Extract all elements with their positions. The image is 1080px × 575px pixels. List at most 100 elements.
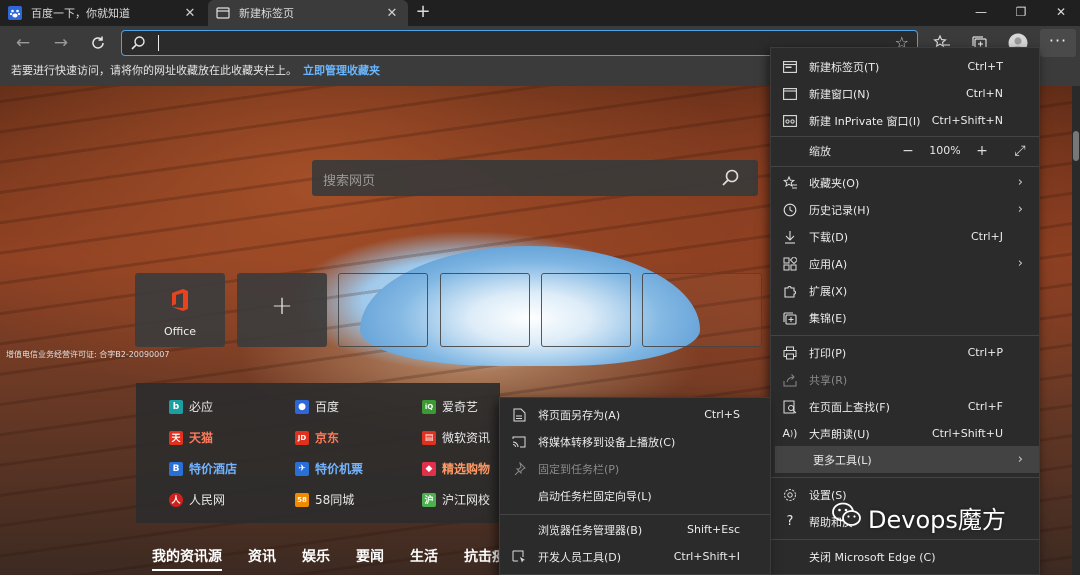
add-site-tile[interactable]: + — [237, 273, 327, 347]
link-tmall[interactable]: 天天猫 — [169, 429, 213, 446]
people-daily-icon: 人 — [169, 492, 183, 507]
menu-item-favorites[interactable]: 收藏夹(O) › — [771, 169, 1039, 196]
read-aloud-icon: A)) — [782, 427, 798, 440]
tab-new-tab[interactable]: 新建标签页 ✕ — [208, 0, 408, 26]
forward-icon[interactable]: → — [49, 31, 73, 55]
menu-item-shortcut: Ctrl+Shift+N — [931, 114, 1003, 127]
menu-item-read-aloud[interactable]: A)) 大声朗读(U) Ctrl+Shift+U — [771, 420, 1039, 447]
empty-tile[interactable] — [541, 273, 631, 347]
tab-baidu[interactable]: 百度一下，你就知道 ✕ — [0, 0, 206, 26]
office-logo-icon — [170, 289, 190, 314]
menu-item-find[interactable]: 在页面上查找(F) Ctrl+F — [771, 393, 1039, 420]
baidu-paw-icon: ● — [295, 399, 309, 414]
collections-icon — [771, 311, 809, 325]
link-msn[interactable]: ▤ 微软资讯 — [422, 429, 490, 446]
link-58[interactable]: 58 58同城 — [295, 491, 354, 508]
watermark: Devops魔方 — [832, 500, 1006, 535]
menu-separator — [771, 539, 1039, 540]
settings-more-button[interactable]: ··· — [1040, 29, 1076, 57]
zoom-in-button[interactable]: + — [967, 143, 997, 159]
menu-item-collections[interactable]: 集锦(E) — [771, 304, 1039, 331]
menu-item-shortcut: Ctrl+J — [970, 230, 1003, 243]
maximize-icon[interactable]: ❐ — [1004, 0, 1038, 26]
new-tab-button[interactable]: + — [412, 2, 434, 24]
link-bing[interactable]: b 必应 — [169, 398, 213, 415]
feed-tab[interactable]: 生活 — [410, 546, 438, 571]
shopping-bag-icon: ◆ — [422, 461, 436, 476]
bing-icon: b — [169, 399, 183, 414]
menu-item-apps[interactable]: 应用(A) › — [771, 250, 1039, 277]
feed-tab[interactable]: 娱乐 — [302, 546, 330, 571]
menu-item-label: 新建 InPrivate 窗口(I) — [809, 114, 921, 128]
empty-tile[interactable] — [440, 273, 530, 347]
wechat-icon — [832, 502, 862, 534]
zoom-out-button[interactable]: − — [893, 143, 923, 159]
page-scrollbar[interactable] — [1072, 86, 1080, 575]
menu-item-close-edge[interactable]: 关闭 Microsoft Edge (C) — [771, 543, 1039, 570]
feed-tab[interactable]: 要闻 — [356, 546, 384, 571]
tab-close-icon[interactable]: ✕ — [182, 6, 198, 21]
empty-tile[interactable] — [642, 273, 762, 347]
submenu-item-label: 浏览器任务管理器(B) — [538, 523, 643, 537]
back-icon[interactable]: ← — [11, 31, 35, 55]
fullscreen-icon[interactable]: ⤢ — [1005, 143, 1035, 159]
print-icon — [771, 346, 809, 360]
chevron-right-icon: › — [1017, 256, 1023, 271]
menu-item-extensions[interactable]: 扩展(X) — [771, 277, 1039, 304]
link-people[interactable]: 人人民网 — [169, 491, 225, 508]
menu-item-history[interactable]: 历史记录(H) › — [771, 196, 1039, 223]
submenu-item-save-page[interactable]: 将页面另存为(A) Ctrl+S — [500, 401, 770, 428]
scrollbar-thumb[interactable] — [1073, 131, 1079, 161]
feed-tab[interactable]: 我的资讯源 — [152, 546, 222, 571]
link-label: 京东 — [315, 431, 340, 445]
tab-title: 百度一下，你就知道 — [31, 7, 130, 20]
link-hotel[interactable]: B 特价酒店 — [169, 460, 237, 477]
hotel-icon: B — [169, 461, 183, 476]
quick-tile-office[interactable]: Office — [135, 273, 225, 347]
find-icon — [771, 400, 809, 414]
menu-item-shortcut: Ctrl+Shift+U — [931, 427, 1003, 440]
iqiyi-icon: iQ — [422, 399, 436, 414]
favorites-hint-text: 若要进行快速访问，请将你的网址收藏放在此收藏夹栏上。 — [11, 64, 297, 77]
empty-tile[interactable] — [338, 273, 428, 347]
help-icon: ? — [786, 514, 794, 529]
menu-item-new-tab[interactable]: 新建标签页(T) Ctrl+T — [771, 53, 1039, 80]
search-icon[interactable] — [720, 168, 740, 191]
menu-separator — [500, 514, 770, 515]
tab-title: 新建标签页 — [239, 7, 294, 20]
menu-item-downloads[interactable]: 下载(D) Ctrl+J — [771, 223, 1039, 250]
link-jd[interactable]: JD 京东 — [295, 429, 339, 446]
jd-icon: JD — [295, 430, 309, 445]
link-flights[interactable]: ✈ 特价机票 — [295, 460, 363, 477]
menu-item-label: 扩展(X) — [809, 284, 848, 298]
menu-item-shortcut: Ctrl+N — [965, 87, 1003, 100]
menu-item-print[interactable]: 打印(P) Ctrl+P — [771, 339, 1039, 366]
text-caret — [158, 35, 159, 51]
web-search-box[interactable]: 搜索网页 — [312, 160, 758, 196]
menu-item-more-tools[interactable]: 更多工具(L) › — [775, 446, 1039, 473]
menu-item-label: 打印(P) — [809, 346, 847, 360]
menu-item-inprivate[interactable]: 新建 InPrivate 窗口(I) Ctrl+Shift+N — [771, 107, 1039, 134]
menu-item-new-window[interactable]: 新建窗口(N) Ctrl+N — [771, 80, 1039, 107]
link-shopping[interactable]: ◆ 精选购物 — [422, 460, 490, 477]
menu-item-label: 共享(R) — [809, 373, 848, 387]
link-baidu[interactable]: ● 百度 — [295, 398, 339, 415]
link-label: 爱奇艺 — [442, 400, 479, 414]
submenu-item-task-manager[interactable]: 浏览器任务管理器(B) Shift+Esc — [500, 516, 770, 543]
link-hujiang[interactable]: 沪沪江网校 — [422, 491, 490, 508]
minimize-icon[interactable]: — — [964, 0, 998, 26]
menu-item-label: 集锦(E) — [809, 311, 847, 325]
manage-favorites-link[interactable]: 立即管理收藏夹 — [303, 64, 380, 77]
menu-item-shortcut: Ctrl+P — [967, 346, 1003, 359]
feed-tab[interactable]: 资讯 — [248, 546, 276, 571]
msn-news-icon: ▤ — [422, 430, 436, 445]
refresh-icon[interactable] — [86, 31, 110, 55]
submenu-item-pin-wizard[interactable]: 启动任务栏固定向导(L) — [500, 482, 770, 509]
tab-close-icon[interactable]: ✕ — [384, 6, 400, 21]
close-window-icon[interactable]: ✕ — [1044, 0, 1078, 26]
submenu-item-devtools[interactable]: 开发人员工具(D) Ctrl+Shift+I — [500, 543, 770, 570]
menu-separator — [771, 477, 1039, 478]
link-label: 百度 — [315, 400, 340, 414]
submenu-item-cast[interactable]: 将媒体转移到设备上播放(C) — [500, 428, 770, 455]
link-iqiyi[interactable]: iQ 爱奇艺 — [422, 398, 478, 415]
